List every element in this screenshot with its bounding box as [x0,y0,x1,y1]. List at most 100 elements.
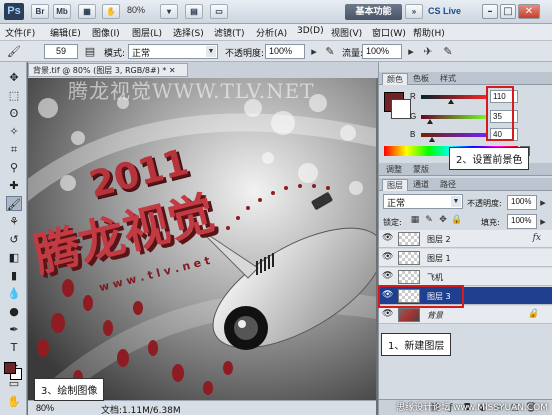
lock-all-icon[interactable]: 🔒 [451,213,463,228]
view-extras-button[interactable]: ▦ [78,4,96,19]
layer-opacity-input[interactable]: 100% [507,195,537,210]
eye-icon[interactable]: 👁 [382,234,393,243]
marquee-tool-icon[interactable]: ⬚ [6,88,22,103]
arrange-documents-button[interactable]: ▤ [185,4,203,19]
cs-live-button[interactable]: CS Live [428,6,461,16]
canvas-artwork: 腾龙视觉WWW.TLV.NET 2011 2011 腾龙视觉 腾龙视觉 w w … [28,78,376,400]
brush-preset-icon[interactable]: 🖌 [6,44,22,59]
hand-tool-button[interactable]: ✋ [102,4,120,19]
mode-select[interactable]: 正常 ▼ [128,44,218,59]
b-slider-thumb[interactable] [429,137,435,142]
flow-label: 流量: [342,49,364,59]
minimize-button[interactable]: – [482,4,498,19]
flow-input[interactable]: 100% [362,44,402,59]
app-zoom-level[interactable]: 80% [127,5,145,15]
mode-label: 模式: [104,49,126,59]
workspace-menu-icon[interactable]: » [405,4,423,19]
layer-thumbnail [398,232,420,246]
fx-icon[interactable]: fx [533,233,541,243]
tab-swatches[interactable]: 色板 [409,73,433,85]
document-tab[interactable]: 背景.tif @ 80% (图层 3, RGB/8#) * ✕ [28,63,188,77]
menu-image[interactable]: 图像(I) [92,26,120,39]
tab-styles[interactable]: 样式 [436,73,460,85]
layer-opacity-arrow-icon[interactable]: ▸ [537,195,549,210]
tab-masks[interactable]: 蒙版 [409,164,433,176]
tab-color[interactable]: 颜色 [382,73,408,85]
document-canvas[interactable]: 腾龙视觉WWW.TLV.NET 2011 2011 腾龙视觉 腾龙视觉 w w … [28,78,376,400]
eye-icon[interactable]: 👁 [382,253,393,262]
layer-row-layer-2[interactable]: 👁 图层 2 fx [379,230,552,248]
site-watermark: 思缘设计论坛 www.MISSYUAN.COM [396,403,548,413]
screen-mode-button[interactable]: ▭ [210,4,228,19]
menu-layer[interactable]: 图层(L) [132,26,162,39]
eye-icon[interactable]: 👁 [382,310,393,319]
brush-tool-icon[interactable]: 🖌 [6,196,22,211]
menu-help[interactable]: 帮助(H) [413,26,445,39]
opacity-label: 不透明度: [225,49,265,59]
workspace-switcher[interactable]: 基本功能 [345,4,402,20]
menu-file[interactable]: 文件(F) [5,26,35,39]
zoom-dropdown-icon[interactable]: ▾ [160,4,178,19]
menu-edit[interactable]: 编辑(E) [50,26,81,39]
g-slider-thumb[interactable] [427,119,433,124]
menu-filter[interactable]: 滤镜(T) [214,26,245,39]
flow-value: 100% [366,46,390,56]
menu-3d[interactable]: 3D(D) [297,26,324,36]
close-button[interactable]: ✕ [518,4,540,19]
color-panel-background[interactable] [391,99,411,119]
minibridge-button[interactable]: Mb [53,4,71,19]
fill-input[interactable]: 100% [507,214,537,229]
lock-pixels-icon[interactable]: ✎ [423,213,435,228]
fill-label: 填充: [481,218,500,227]
quick-select-tool-icon[interactable]: ✧ [6,124,22,139]
layer-row-layer-1[interactable]: 👁 图层 1 [379,249,552,267]
blur-tool-icon[interactable]: 💧 [6,286,22,301]
tab-layers[interactable]: 图层 [382,179,408,191]
healing-brush-tool-icon[interactable]: ✚ [6,178,22,193]
tab-paths[interactable]: 路径 [436,179,460,191]
r-slider-thumb[interactable] [448,99,454,104]
dodge-tool-icon[interactable]: ● [6,304,22,319]
r-slider[interactable] [421,95,487,99]
eyedropper-tool-icon[interactable]: ⚲ [6,160,22,175]
gradient-tool-icon[interactable]: ▮ [6,268,22,283]
eraser-tool-icon[interactable]: ◧ [6,250,22,265]
menu-window[interactable]: 窗口(W) [372,26,406,39]
r-label: R [410,92,416,101]
history-brush-tool-icon[interactable]: ↺ [6,232,22,247]
airbrush-icon[interactable]: ✈ [420,44,436,59]
tablet-opacity-icon[interactable]: ✎ [322,44,338,59]
status-zoom[interactable]: 80% [36,403,54,413]
tab-adjustments[interactable]: 调整 [382,164,406,176]
maximize-button[interactable]: □ [500,4,516,19]
eye-icon[interactable]: 👁 [382,272,393,281]
layer-blend-mode-select[interactable]: 正常 ▼ [383,194,463,209]
move-tool-icon[interactable]: ✥ [6,70,22,85]
lasso-tool-icon[interactable]: ʘ [6,106,22,121]
foreground-color-swatch[interactable] [4,362,16,374]
layer-row-background[interactable]: 👁 背景 🔒 [379,306,552,324]
brush-panel-toggle-icon[interactable]: ▤ [82,44,98,59]
menu-analysis[interactable]: 分析(A) [256,26,287,39]
opacity-input[interactable]: 100% [265,44,305,59]
bridge-button[interactable]: Br [31,4,49,19]
tablet-size-icon[interactable]: ✎ [440,44,456,59]
layer-row-plane[interactable]: 👁 飞机 [379,268,552,286]
lock-position-icon[interactable]: ✥ [437,213,449,228]
lock-transparency-icon[interactable]: ▦ [409,213,421,228]
clone-stamp-tool-icon[interactable]: ⚘ [6,214,22,229]
type-tool-icon[interactable]: T [6,340,22,355]
tab-channels[interactable]: 通道 [409,179,433,191]
menu-select[interactable]: 选择(S) [173,26,204,39]
menu-view[interactable]: 视图(V) [331,26,362,39]
fill-arrow-icon[interactable]: ▸ [537,214,549,229]
pen-tool-icon[interactable]: ✒ [6,322,22,337]
layer-name: 图层 1 [427,254,451,263]
hand-tool-icon[interactable]: ✋ [6,394,22,409]
crop-tool-icon[interactable]: ⌗ [6,142,22,157]
brush-size-picker[interactable]: 59 [44,44,78,59]
opacity-slider-arrow-icon[interactable]: ▸ [306,44,322,59]
canvas-watermark: 腾龙视觉WWW.TLV.NET [68,79,315,103]
flow-slider-arrow-icon[interactable]: ▸ [403,44,419,59]
app-title-bar: Ps Br Mb ▦ ✋ 80% ▾ ▤ ▭ 基本功能 » CS Live – … [0,0,552,24]
